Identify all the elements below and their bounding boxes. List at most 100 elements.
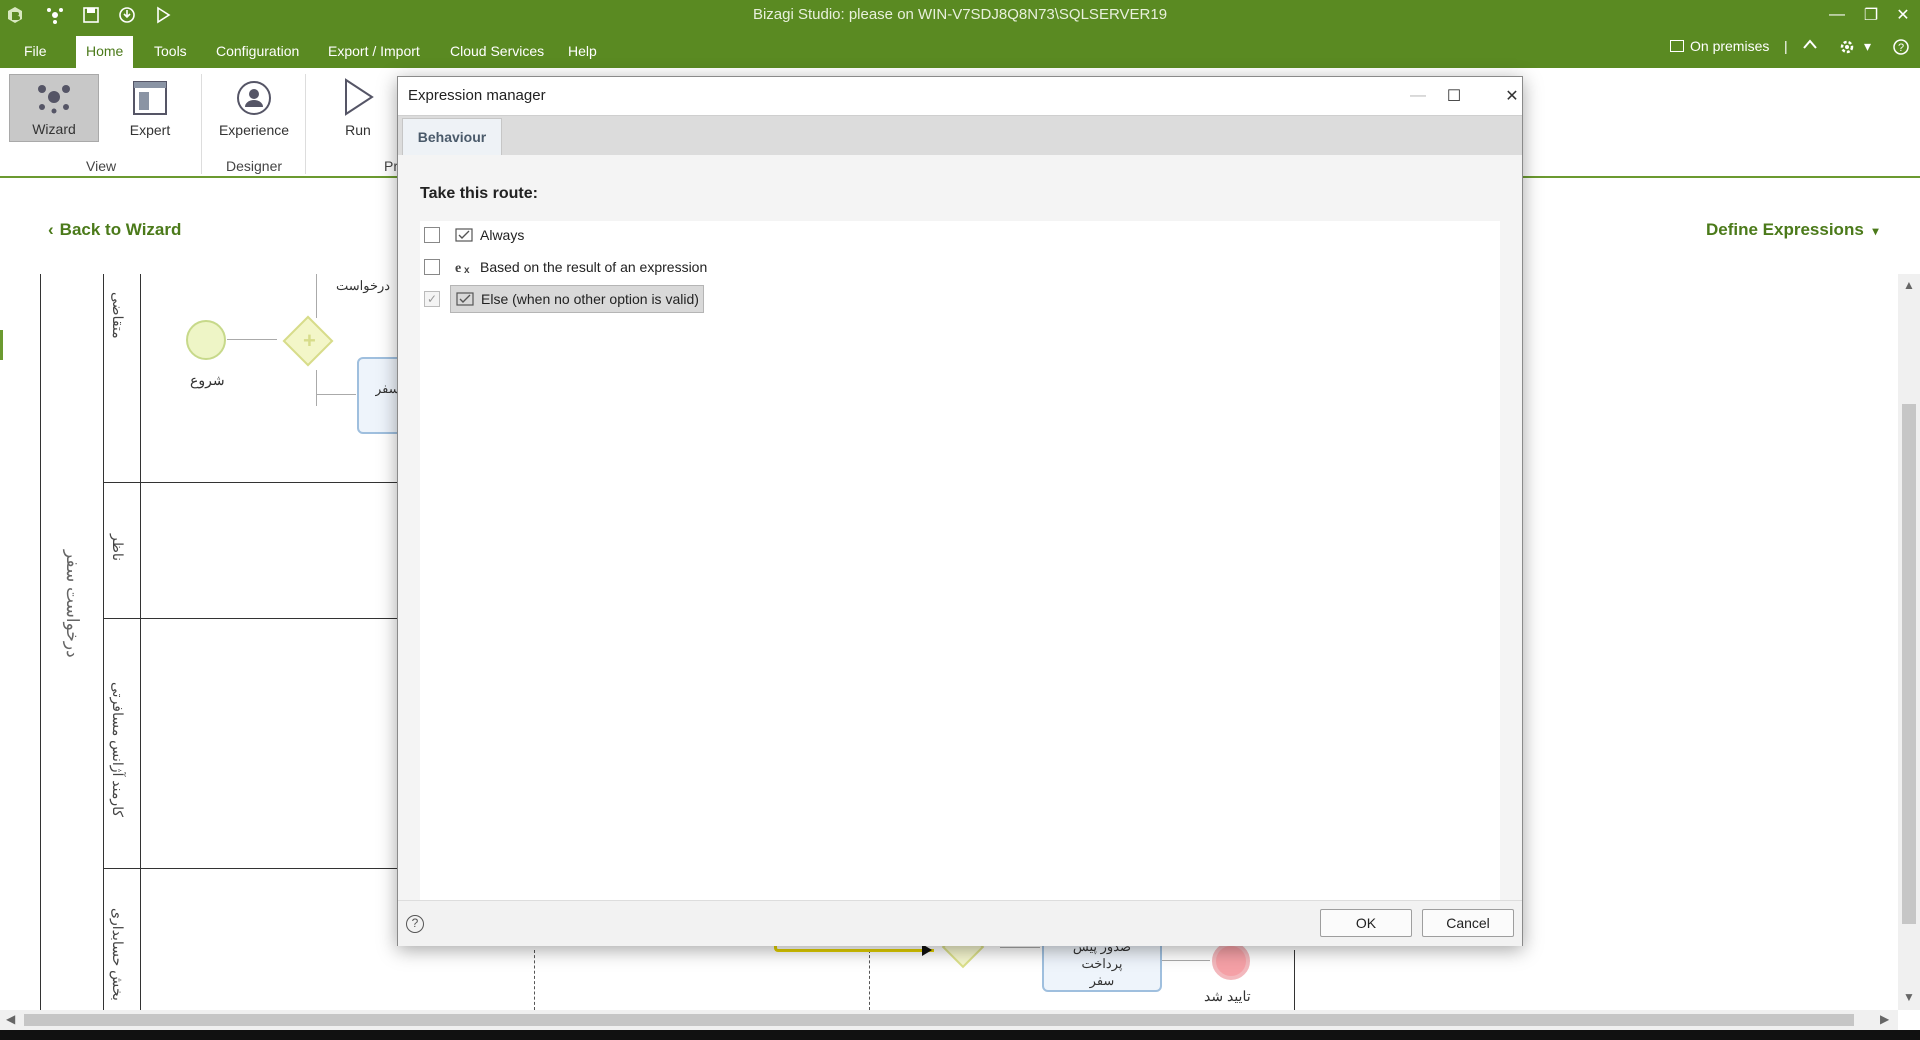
always-option-label[interactable]: Always xyxy=(450,221,528,249)
taskbar xyxy=(0,1030,1920,1040)
on-premises-label: On premises xyxy=(1690,38,1770,54)
scroll-up-icon[interactable]: ▲ xyxy=(1903,278,1915,292)
on-premises-icon xyxy=(1670,40,1684,52)
menu-file[interactable]: File xyxy=(14,36,57,68)
close-icon[interactable]: ✕ xyxy=(1888,2,1918,28)
always-label-text: Always xyxy=(480,227,525,243)
sequence-flow xyxy=(227,339,277,340)
scroll-left-icon[interactable]: ◀ xyxy=(6,1012,15,1026)
minimize-icon[interactable]: — xyxy=(1822,2,1852,28)
expression-manager-dialog: Expression manager — ☐ ✕ Behaviour Take … xyxy=(397,76,1523,946)
dialog-body: Take this route: Always ex Based on the … xyxy=(398,155,1522,909)
separator: | xyxy=(1784,38,1788,54)
lane-divider xyxy=(103,618,398,619)
horizontal-scroll-thumb[interactable] xyxy=(24,1014,1854,1026)
settings-dropdown-icon[interactable]: ▾ xyxy=(1864,38,1871,55)
lane-label: متقاضی xyxy=(110,292,126,339)
view-group-label: View xyxy=(86,158,117,174)
restore-icon[interactable]: ❐ xyxy=(1856,2,1886,28)
scroll-right-icon[interactable]: ▶ xyxy=(1880,1012,1889,1026)
route-label: Take this route: xyxy=(420,185,538,202)
dialog-close-icon[interactable]: ✕ xyxy=(1492,83,1532,109)
else-icon xyxy=(455,290,475,308)
expression-icon: ex xyxy=(454,258,474,276)
partial-group-label: Pr xyxy=(384,158,398,174)
sequence-flow xyxy=(1162,960,1210,961)
expression-option-label[interactable]: ex Based on the result of an expression xyxy=(450,253,711,281)
sequence-flow xyxy=(316,370,317,406)
on-premises-toggle[interactable]: On premises xyxy=(1670,38,1769,54)
expression-label-text: Based on the result of an expression xyxy=(480,259,708,275)
menu-help[interactable]: Help xyxy=(558,36,607,68)
menu-configuration[interactable]: Configuration xyxy=(206,36,309,68)
left-accent xyxy=(0,330,3,360)
vertical-scrollbar[interactable]: ▲ ▼ xyxy=(1898,274,1920,1010)
expert-icon xyxy=(133,81,167,115)
highlighted-flow xyxy=(774,946,934,952)
run-play-icon xyxy=(345,78,374,116)
else-option-label[interactable]: Else (when no other option is valid) xyxy=(450,285,704,313)
help-icon[interactable]: ? xyxy=(1892,38,1910,56)
end-event[interactable] xyxy=(1212,942,1250,980)
option-always[interactable]: Always xyxy=(424,221,528,249)
lane-divider xyxy=(103,482,398,483)
chevron-left-icon: ‹ xyxy=(48,220,54,239)
menu-export-import[interactable]: Export / Import xyxy=(318,36,430,68)
else-checkbox[interactable]: ✓ xyxy=(424,291,440,307)
route-options-panel: Always ex Based on the result of an expr… xyxy=(420,221,1500,909)
window-title: Bizagi Studio: please on WIN-V7SDJ8Q8N73… xyxy=(752,6,1168,23)
always-icon xyxy=(454,226,474,244)
designer-group-label: Designer xyxy=(226,158,283,174)
pool-right-border xyxy=(1294,950,1295,1010)
lane-label: ناظر xyxy=(110,534,126,562)
start-event-label: شروع xyxy=(190,372,225,388)
define-expressions-label: Define Expressions xyxy=(1706,220,1864,239)
help-circle-icon[interactable]: ? xyxy=(406,915,424,933)
experience-icon xyxy=(237,81,271,115)
dashed-line xyxy=(534,950,535,1010)
svg-text:?: ? xyxy=(1898,42,1904,54)
flow-label: درخواست xyxy=(336,278,391,293)
dialog-minimize-icon: — xyxy=(1410,87,1426,104)
pool-label: درخواست سفر xyxy=(63,550,82,658)
experience-button[interactable]: Experience xyxy=(209,74,299,142)
dashed-line xyxy=(869,950,870,1010)
expression-checkbox[interactable] xyxy=(424,259,440,275)
tab-behaviour[interactable]: Behaviour xyxy=(402,118,502,156)
expert-button[interactable]: Expert xyxy=(105,74,195,142)
ok-button[interactable]: OK xyxy=(1320,909,1412,937)
dialog-footer: ? OK Cancel xyxy=(398,900,1522,946)
sequence-flow xyxy=(1000,947,1040,948)
scroll-down-icon[interactable]: ▼ xyxy=(1903,990,1915,1004)
cancel-button[interactable]: Cancel xyxy=(1422,909,1514,937)
menu-tools[interactable]: Tools xyxy=(144,36,197,68)
vertical-scroll-thumb[interactable] xyxy=(1902,404,1916,924)
menu-cloud-services[interactable]: Cloud Services xyxy=(440,36,554,68)
lane-header-border xyxy=(103,274,104,1010)
ribbon-separator xyxy=(305,74,306,174)
wizard-button[interactable]: Wizard xyxy=(9,74,99,142)
lane-divider xyxy=(103,868,398,869)
option-else[interactable]: ✓ Else (when no other option is valid) xyxy=(424,285,704,313)
menu-home[interactable]: Home xyxy=(76,36,134,68)
title-bar: Bizagi Studio: please on WIN-V7SDJ8Q8N73… xyxy=(0,0,1920,30)
always-checkbox[interactable] xyxy=(424,227,440,243)
else-label-text: Else (when no other option is valid) xyxy=(481,291,699,307)
run-label: Run xyxy=(345,122,371,138)
start-event[interactable] xyxy=(186,320,226,360)
svg-text:e: e xyxy=(455,261,461,275)
horizontal-scrollbar[interactable]: ◀ ▶ xyxy=(0,1010,1898,1030)
dialog-title: Expression manager xyxy=(408,87,546,104)
option-expression[interactable]: ex Based on the result of an expression xyxy=(424,253,711,281)
settings-gear-icon[interactable] xyxy=(1838,38,1856,56)
back-to-wizard-link[interactable]: ‹ Back to Wizard xyxy=(48,220,181,240)
dialog-titlebar[interactable]: Expression manager — ☐ ✕ xyxy=(398,77,1522,115)
run-button[interactable]: Run xyxy=(313,74,403,142)
svg-text:x: x xyxy=(464,265,470,275)
dialog-maximize-icon[interactable]: ☐ xyxy=(1434,83,1474,109)
collapse-ribbon-icon[interactable] xyxy=(1802,38,1818,50)
lane-label: کارمند آژانس مسافرتی xyxy=(110,682,126,818)
define-expressions-dropdown[interactable]: Define Expressions ▾ xyxy=(1706,220,1879,240)
back-to-wizard-label: Back to Wizard xyxy=(59,220,182,239)
lane-label: بخش حسابداری xyxy=(110,908,126,1001)
